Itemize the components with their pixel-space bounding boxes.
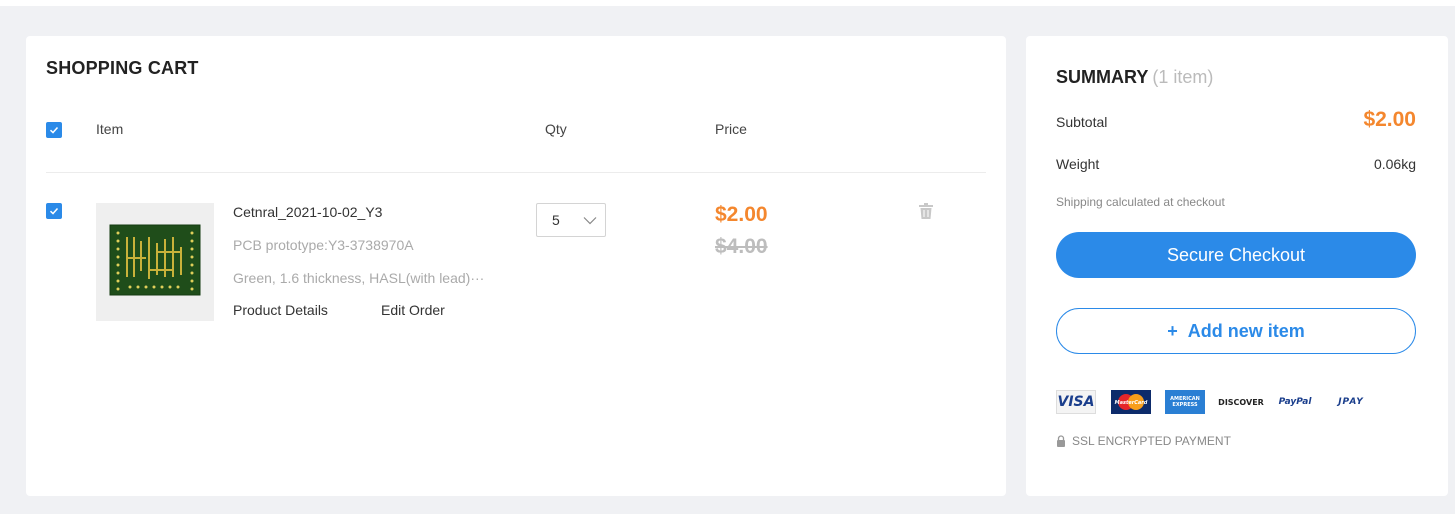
ssl-label: SSL ENCRYPTED PAYMENT [1072, 434, 1231, 448]
secure-checkout-button[interactable]: Secure Checkout [1056, 232, 1416, 278]
mastercard-icon: MasterCard [1115, 394, 1148, 410]
plus-icon: + [1167, 320, 1178, 341]
product-specs: Green, 1.6 thickness, HASL(with lead)··· [233, 270, 485, 286]
discover-logo-text: DISCOVER [1218, 397, 1264, 407]
edit-order-link[interactable]: Edit Order [381, 302, 445, 318]
pcb-board-icon [109, 224, 201, 296]
chevron-down-icon [583, 217, 597, 225]
divider [46, 172, 986, 173]
jpay-logo-text: JPAY [1338, 397, 1364, 407]
svg-text:MasterCard: MasterCard [1115, 400, 1148, 406]
summary-panel: SUMMARY (1 item) Subtotal $2.00 Weight 0.… [1026, 36, 1448, 496]
subtotal-value: $2.00 [1363, 108, 1416, 131]
add-new-item-button[interactable]: + Add new item [1056, 308, 1416, 354]
ssl-notice: SSL ENCRYPTED PAYMENT [1056, 434, 1231, 448]
weight-value: 0.06kg [1373, 156, 1416, 172]
top-bar [0, 0, 1455, 6]
product-name: Cetnral_2021-10-02_Y3 [233, 204, 383, 220]
paypal-logo: PayPal [1274, 390, 1316, 414]
discover-logo: DISCOVER [1218, 390, 1264, 414]
amex-logo: AMERICAN EXPRESS [1165, 390, 1205, 414]
jpay-logo: JPAY [1331, 390, 1371, 414]
weight-label: Weight [1056, 156, 1100, 172]
cart-title: SHOPPING CART [46, 58, 199, 78]
visa-logo-text: VISA [1057, 394, 1095, 410]
trash-icon [919, 203, 933, 219]
mastercard-logo: MasterCard [1111, 390, 1151, 414]
current-price: $2.00 [715, 203, 768, 226]
amex-logo-text: AMERICAN EXPRESS [1170, 396, 1200, 408]
item-checkbox[interactable] [46, 203, 62, 219]
add-new-item-label: Add new item [1187, 320, 1305, 341]
check-icon [49, 126, 59, 134]
quantity-value: 5 [552, 212, 560, 228]
summary-item-count: (1 item) [1152, 67, 1214, 87]
summary-title: SUMMARY (1 item) [1056, 67, 1213, 88]
product-details-link[interactable]: Product Details [233, 302, 328, 318]
column-header-qty: Qty [545, 121, 567, 137]
paypal-logo-text: PayPal [1278, 397, 1312, 407]
column-header-item: Item [96, 121, 124, 137]
select-all-checkbox[interactable] [46, 122, 62, 138]
delete-item-button[interactable] [919, 203, 933, 224]
product-thumbnail[interactable] [96, 203, 214, 321]
original-price: $4.00 [715, 235, 768, 258]
lock-icon [1057, 435, 1065, 447]
subtotal-label: Subtotal [1056, 114, 1108, 130]
product-subtitle: PCB prototype:Y3-3738970A [233, 237, 414, 253]
shipping-note: Shipping calculated at checkout [1056, 195, 1225, 209]
check-icon [49, 207, 59, 215]
quantity-select[interactable]: 5 [536, 203, 606, 237]
visa-logo: VISA [1056, 390, 1096, 414]
shopping-cart-panel: SHOPPING CART Item Qty Price Cetnral_202… [26, 36, 1006, 496]
column-header-price: Price [715, 121, 747, 137]
summary-title-text: SUMMARY [1056, 67, 1149, 87]
